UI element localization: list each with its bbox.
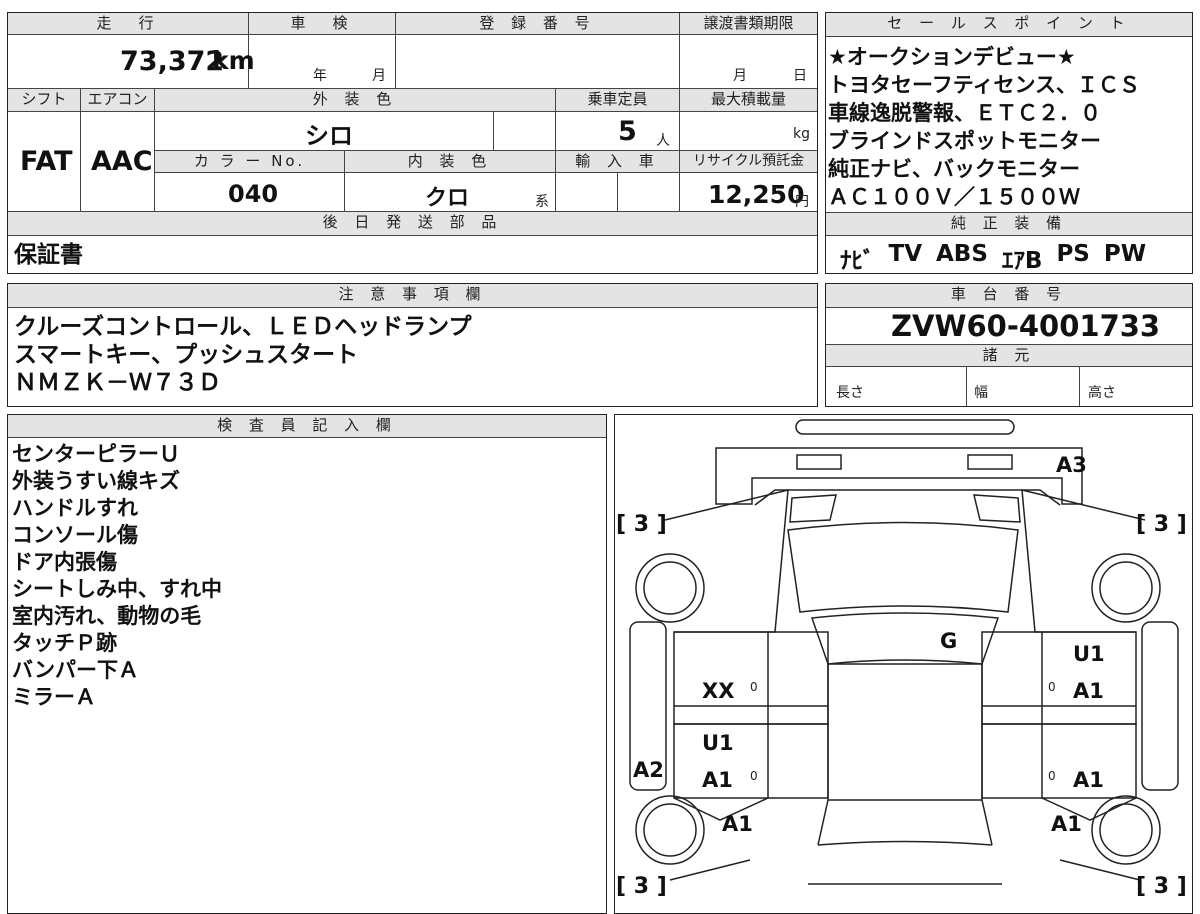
zero-mark: 0 [750,769,758,783]
tire-bracket-front-right: [ 3 ] [1136,874,1187,899]
rear-bumper-shape [715,447,1083,505]
rear-right-door-shape [981,631,1137,725]
tire-front-right-shape [1091,795,1161,865]
tire-rear-right-grade: 3 [1153,512,1170,537]
tire-rear-right-shape [1091,553,1161,623]
rear-spoiler-shape [795,419,1015,435]
car-diagram [629,419,1179,885]
tire-front-right-grade: 3 [1153,874,1170,899]
tire-rear-left-shape [635,553,705,623]
damage-left-sill: A2 [633,758,664,782]
damage-rear-right-door-1: U1 [1073,642,1105,666]
damage-rear-bumper: A3 [1056,453,1087,477]
damage-rear-right-door-2: A1 [1073,679,1104,703]
tire-rear-left-grade: 3 [633,512,650,537]
tire-front-left-grade: 3 [633,874,650,899]
rear-left-door-shape [673,631,829,725]
tire-bracket-rear-right: [ 3 ] [1136,512,1187,537]
tire-bracket-rear-left: [ 3 ] [616,512,667,537]
roof-shape [810,612,1000,665]
damage-front-right-fender: A1 [1051,812,1082,836]
damage-roof: G [940,629,958,653]
zero-mark: 0 [750,680,758,694]
tire-bracket-front-left: [ 3 ] [616,874,667,899]
damage-front-left-fender: A1 [722,812,753,836]
front-left-door-shape [673,723,829,799]
damage-front-right-door: A1 [1073,768,1104,792]
rear-window-shape [787,521,1019,613]
right-sill-shape [1141,621,1179,791]
front-right-door-shape [981,723,1137,799]
tire-front-left-shape [635,795,705,865]
damage-front-left-door-2: A1 [702,768,733,792]
zero-mark: 0 [1048,680,1056,694]
zero-mark: 0 [1048,769,1056,783]
damage-front-left-door-1: U1 [702,731,734,755]
damage-rear-left-door: XX [702,679,735,703]
